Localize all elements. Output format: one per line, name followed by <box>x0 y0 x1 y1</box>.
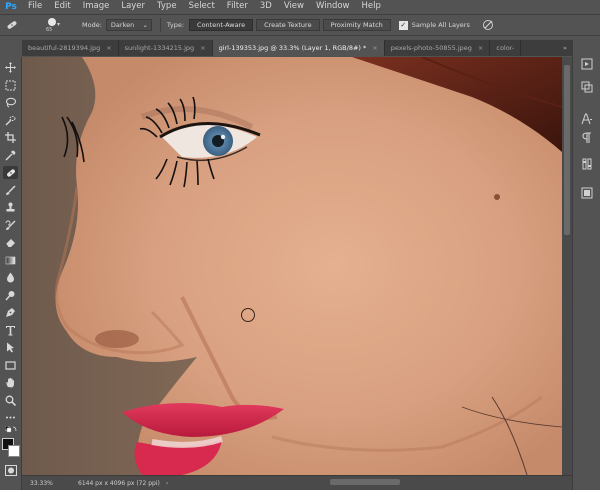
layers-panel-icon[interactable] <box>580 80 594 94</box>
blur-tool-icon[interactable] <box>3 271 18 284</box>
dodge-tool-icon[interactable] <box>3 289 18 302</box>
mode-label: Mode: <box>82 21 102 29</box>
pressure-icon[interactable] <box>480 17 496 33</box>
menu-window[interactable]: Window <box>310 0 356 13</box>
menu-select[interactable]: Select <box>183 0 221 13</box>
menu-layer[interactable]: Layer <box>115 0 151 13</box>
more-tools-icon[interactable] <box>3 411 18 424</box>
tab-label: sunlight-1334215.jpg <box>124 44 195 52</box>
brush-dot-icon <box>48 18 56 26</box>
tab-color[interactable]: color- <box>490 40 522 56</box>
mode-value: Darken <box>110 21 135 29</box>
tab-girl[interactable]: girl-139353.jpg @ 33.3% (Layer 1, RGB/8#… <box>212 40 385 56</box>
tab-beautiful[interactable]: beautiful-2819394.jpg × <box>22 40 119 56</box>
tab-sunlight[interactable]: sunlight-1334215.jpg × <box>119 40 213 56</box>
close-icon[interactable]: × <box>106 44 111 52</box>
proximity-match-button[interactable]: Proximity Match <box>322 19 391 31</box>
quick-select-tool-icon[interactable] <box>3 114 18 127</box>
mode-select[interactable]: Darken ⌄ <box>105 19 152 31</box>
eyedropper-tool-icon[interactable] <box>3 149 18 162</box>
document-info: 6144 px x 4096 px (72 ppi) <box>78 479 160 487</box>
close-icon[interactable]: × <box>372 44 377 52</box>
rectangle-tool-icon[interactable] <box>3 359 18 372</box>
close-icon[interactable]: × <box>200 44 205 52</box>
menu-bar: Ps File Edit Image Layer Type Select Fil… <box>0 0 600 13</box>
chevron-down-icon: ⌄ <box>142 21 148 29</box>
tab-label: beautiful-2819394.jpg <box>28 44 101 52</box>
crop-tool-icon[interactable] <box>3 131 18 144</box>
background-color-swatch[interactable] <box>8 445 20 457</box>
portrait-photo <box>22 57 562 475</box>
history-panel-icon[interactable] <box>580 57 594 71</box>
chevron-right-icon[interactable]: › <box>166 480 168 487</box>
adjustments-panel-icon[interactable] <box>580 157 594 171</box>
panel-dock <box>572 40 600 490</box>
zoom-tool-icon[interactable] <box>3 394 18 407</box>
chevron-down-icon: ▾ <box>57 21 61 28</box>
sample-all-layers-label: Sample All Layers <box>411 21 470 29</box>
photoshop-logo: Ps <box>5 1 17 12</box>
hand-tool-icon[interactable] <box>3 376 18 389</box>
menu-type[interactable]: Type <box>151 0 183 13</box>
lasso-tool-icon[interactable] <box>3 96 18 109</box>
paragraph-panel-icon[interactable] <box>580 131 594 145</box>
properties-panel-icon[interactable] <box>580 186 594 200</box>
tab-label: pexels-photo-50855.jpeg <box>390 44 472 52</box>
brush-size: 65 <box>46 27 53 33</box>
marquee-tool-icon[interactable] <box>3 79 18 92</box>
document-tabs: beautiful-2819394.jpg × sunlight-1334215… <box>22 40 572 56</box>
status-bar: 33.33% 6144 px x 4096 px (72 ppi) › <box>22 475 572 490</box>
tabs-overflow-icon[interactable]: » <box>558 40 572 56</box>
type-label: Type: <box>166 21 185 29</box>
tools-panel <box>0 57 22 490</box>
brush-picker[interactable]: 65 ▾ <box>42 16 64 34</box>
menu-image[interactable]: Image <box>77 0 116 13</box>
default-colors-icon[interactable] <box>3 426 18 434</box>
document-canvas[interactable] <box>22 57 562 475</box>
sample-all-layers-checkbox[interactable]: ✓ <box>398 20 408 30</box>
menu-view[interactable]: View <box>278 0 310 13</box>
menu-filter[interactable]: Filter <box>221 0 254 13</box>
tab-label: color- <box>496 44 515 52</box>
horizontal-scrollbar-thumb[interactable] <box>330 479 400 485</box>
vertical-scrollbar[interactable] <box>562 57 572 475</box>
menu-edit[interactable]: Edit <box>48 0 76 13</box>
create-texture-button[interactable]: Create Texture <box>256 19 320 31</box>
menu-3d[interactable]: 3D <box>254 0 278 13</box>
type-tool-icon[interactable] <box>3 324 18 337</box>
spot-healing-icon[interactable] <box>4 17 20 33</box>
scrollbar-thumb[interactable] <box>564 65 570 235</box>
eraser-tool-icon[interactable] <box>3 236 18 249</box>
tab-pexels[interactable]: pexels-photo-50855.jpeg × <box>385 40 491 56</box>
pen-tool-icon[interactable] <box>3 306 18 319</box>
gradient-tool-icon[interactable] <box>3 254 18 267</box>
character-panel-icon[interactable] <box>580 112 594 126</box>
menu-help[interactable]: Help <box>356 0 387 13</box>
close-icon[interactable]: × <box>478 44 483 52</box>
options-bar: 65 ▾ Mode: Darken ⌄ Type: Content-Aware … <box>0 14 600 36</box>
history-brush-tool-icon[interactable] <box>3 219 18 232</box>
tab-label: girl-139353.jpg @ 33.3% (Layer 1, RGB/8#… <box>218 44 367 52</box>
content-aware-button[interactable]: Content-Aware <box>189 19 254 31</box>
brush-tool-icon[interactable] <box>3 184 18 197</box>
spot-healing-tool-icon[interactable] <box>3 166 18 179</box>
zoom-level[interactable]: 33.33% <box>22 480 60 487</box>
clone-stamp-tool-icon[interactable] <box>3 201 18 214</box>
photoshop-window: Ps File Edit Image Layer Type Select Fil… <box>0 0 600 490</box>
path-select-tool-icon[interactable] <box>3 341 18 354</box>
move-tool-icon[interactable] <box>3 61 18 74</box>
divider <box>159 18 161 32</box>
menu-file[interactable]: File <box>22 0 48 13</box>
quick-mask-icon[interactable] <box>3 464 18 477</box>
